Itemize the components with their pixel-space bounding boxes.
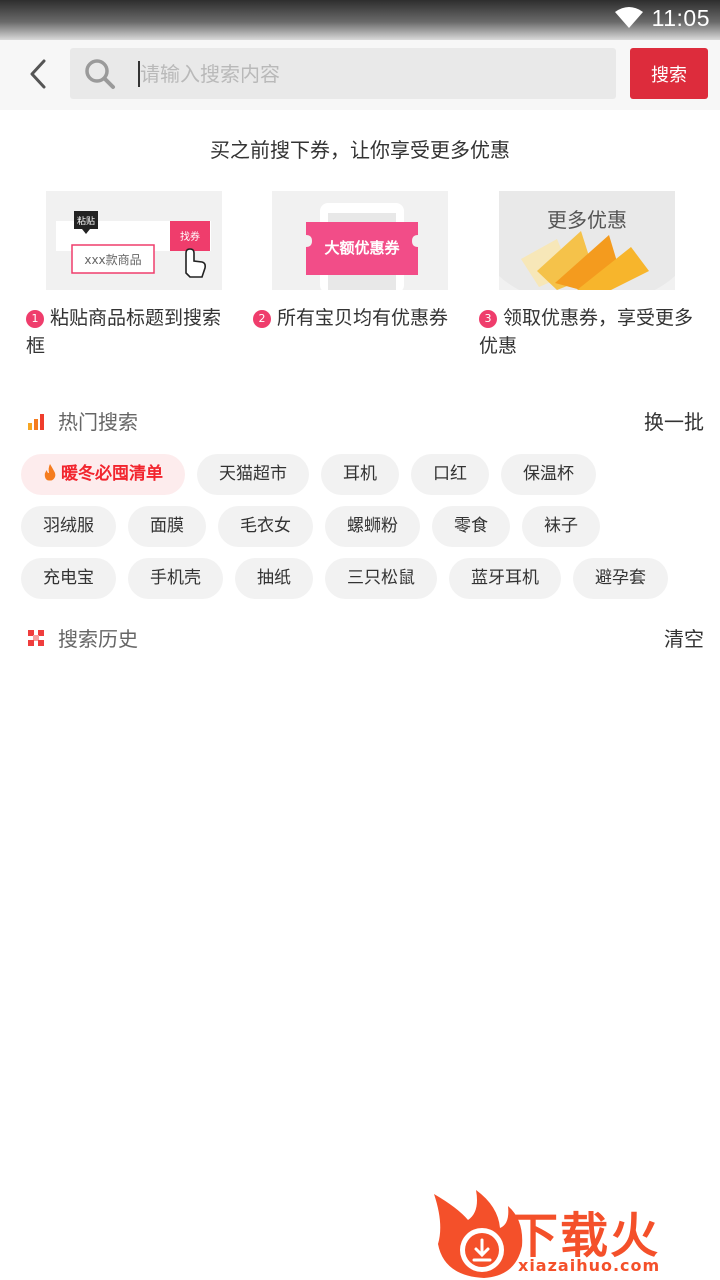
refresh-batch-button[interactable]: 换一批 xyxy=(644,406,704,435)
tag-row: 暖冬必囤清单 天猫超市 耳机 口红 保温杯 xyxy=(21,454,711,495)
search-tag[interactable]: 耳机 xyxy=(321,454,399,495)
hot-tags: 暖冬必囤清单 天猫超市 耳机 口红 保温杯 羽绒服 面膜 毛衣女 螺蛳粉 零食 … xyxy=(21,454,711,610)
promo-title: 买之前搜下券，让你享受更多优惠 xyxy=(210,138,510,162)
paste-label: 粘贴 xyxy=(77,215,95,227)
search-history-header: 搜索历史 清空 xyxy=(0,617,720,657)
step-2-label: 所有宝贝均有优惠券 xyxy=(277,307,449,329)
hot-tag[interactable]: 暖冬必囤清单 xyxy=(21,454,185,495)
step-3-number: 3 xyxy=(479,310,497,328)
back-button[interactable] xyxy=(22,56,54,92)
search-tag[interactable]: 保温杯 xyxy=(501,454,596,495)
watermark-url: xiazaihuo.com xyxy=(518,1256,661,1275)
search-input[interactable] xyxy=(138,48,598,99)
search-tag[interactable]: 手机壳 xyxy=(128,558,223,599)
step-1-illustration: 粘贴 找券 xxx款商品 xyxy=(46,191,222,290)
search-button[interactable]: 搜索 xyxy=(630,48,708,99)
search-history-title: 搜索历史 xyxy=(58,627,138,651)
find-coupon-label: 找券 xyxy=(180,230,200,243)
status-time: 11:05 xyxy=(651,5,710,31)
step-3-label: 领取优惠券，享受更多优惠 xyxy=(479,307,694,357)
step-2-number: 2 xyxy=(253,310,271,328)
product-label: xxx款商品 xyxy=(84,252,141,267)
search-tag[interactable]: 充电宝 xyxy=(21,558,116,599)
search-tag[interactable]: 零食 xyxy=(432,506,510,547)
search-tag[interactable]: 口红 xyxy=(411,454,489,495)
search-tag[interactable]: 螺蛳粉 xyxy=(325,506,420,547)
signal-bars-icon xyxy=(28,414,44,430)
tag-row: 充电宝 手机壳 抽纸 三只松鼠 蓝牙耳机 避孕套 xyxy=(21,558,711,599)
search-box[interactable] xyxy=(70,48,616,99)
tag-row: 羽绒服 面膜 毛衣女 螺蛳粉 零食 袜子 xyxy=(21,506,711,547)
search-icon xyxy=(85,59,115,89)
search-tag[interactable]: 蓝牙耳机 xyxy=(449,558,561,599)
step-2-text: 2 所有宝贝均有优惠券 xyxy=(253,304,463,332)
search-tag[interactable]: 毛衣女 xyxy=(218,506,313,547)
search-tag[interactable]: 天猫超市 xyxy=(197,454,309,495)
more-discount-label: 更多优惠 xyxy=(547,208,627,232)
search-tag[interactable]: 避孕套 xyxy=(573,558,668,599)
hot-search-title: 热门搜索 xyxy=(58,410,138,434)
hot-search-header: 热门搜索 换一批 xyxy=(0,400,720,440)
chevron-left-icon xyxy=(30,59,46,89)
step-1-number: 1 xyxy=(26,310,44,328)
hot-tag-label: 暖冬必囤清单 xyxy=(61,464,163,484)
search-tag[interactable]: 面膜 xyxy=(128,506,206,547)
big-coupon-label: 大额优惠券 xyxy=(324,239,400,257)
step-1-text: 1 粘贴商品标题到搜索框 xyxy=(26,304,236,360)
status-bar: 11:05 xyxy=(0,0,720,40)
search-tag[interactable]: 三只松鼠 xyxy=(325,558,437,599)
step-3-text: 3 领取优惠券，享受更多优惠 xyxy=(479,304,699,360)
search-tag[interactable]: 袜子 xyxy=(522,506,600,547)
search-tag[interactable]: 抽纸 xyxy=(235,558,313,599)
search-tag[interactable]: 羽绒服 xyxy=(21,506,116,547)
step-2-illustration: 大额优惠券 xyxy=(272,191,448,290)
search-header: 搜索 xyxy=(0,40,720,110)
clear-history-button[interactable]: 清空 xyxy=(664,623,704,652)
step-3-illustration: 更多优惠 xyxy=(499,191,675,290)
step-1-label: 粘贴商品标题到搜索框 xyxy=(26,307,222,357)
wifi-icon xyxy=(615,7,643,28)
hand-pointer-icon xyxy=(185,248,206,278)
history-grid-icon xyxy=(28,630,44,646)
flame-icon xyxy=(44,464,56,481)
